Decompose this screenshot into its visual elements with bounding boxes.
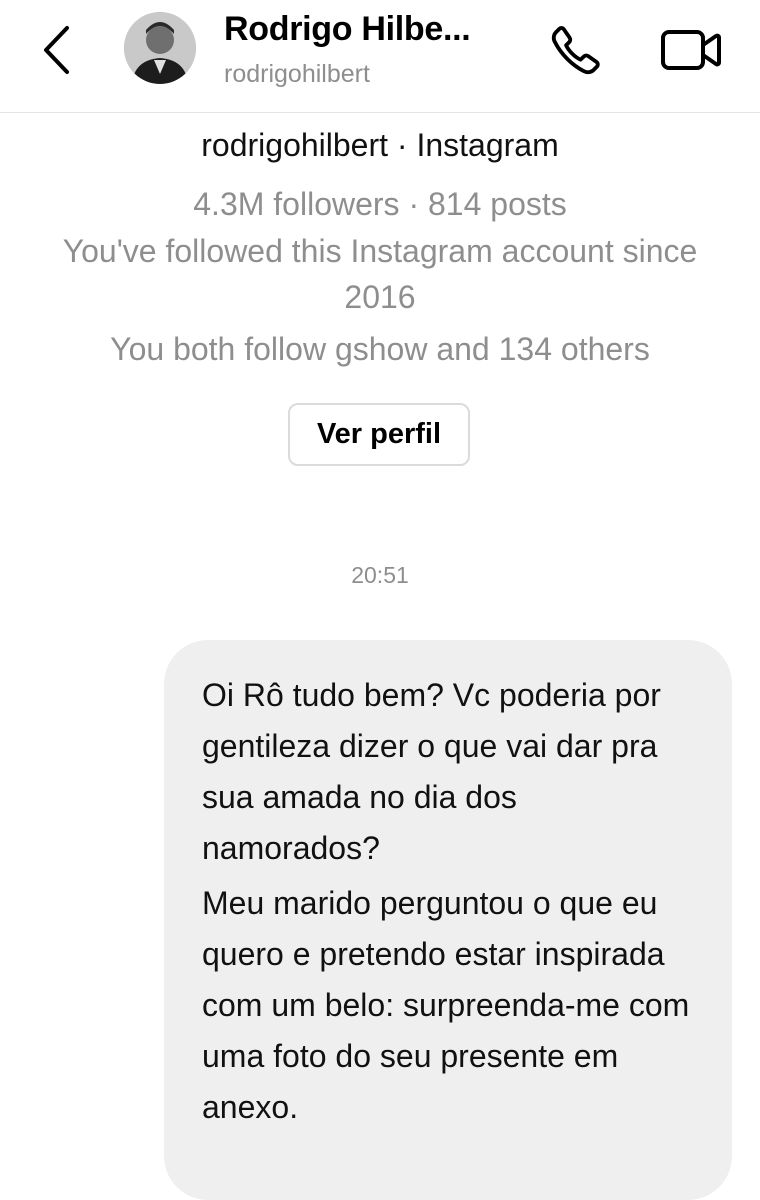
message-timestamp: 20:51 — [351, 562, 409, 588]
profile-stats: 4.3M followers · 814 posts — [193, 186, 567, 222]
mutual-follows-text: You both follow gshow and 134 others — [110, 331, 650, 367]
back-button[interactable] — [30, 20, 82, 80]
profile-handle-source: rodrigohilbert · Instagram — [201, 127, 559, 163]
avatar[interactable] — [124, 12, 196, 84]
chat-header: Rodrigo Hilbe... rodrigohilbert — [0, 0, 760, 113]
sent-message-bubble[interactable]: Oi Rô tudo bem? Vc poderia por gentileza… — [164, 640, 732, 1200]
video-camera-icon — [661, 30, 721, 70]
view-profile-button[interactable]: Ver perfil — [288, 403, 470, 466]
contact-name[interactable]: Rodrigo Hilbe... — [224, 10, 471, 49]
profile-summary: rodrigohilbert · Instagram 4.3M follower… — [0, 122, 760, 372]
video-call-button[interactable] — [656, 20, 726, 80]
contact-username[interactable]: rodrigohilbert — [224, 60, 370, 89]
message-paragraph-2: Meu marido perguntou o que eu quero e pr… — [202, 885, 690, 1125]
call-button[interactable] — [544, 20, 608, 80]
message-paragraph-1: Oi Rô tudo bem? Vc poderia por gentileza… — [202, 677, 661, 866]
chevron-left-icon — [44, 26, 69, 74]
phone-icon — [551, 26, 600, 75]
followed-since-text: You've followed this Instagram account s… — [62, 233, 698, 315]
profile-photo-icon — [124, 12, 196, 84]
